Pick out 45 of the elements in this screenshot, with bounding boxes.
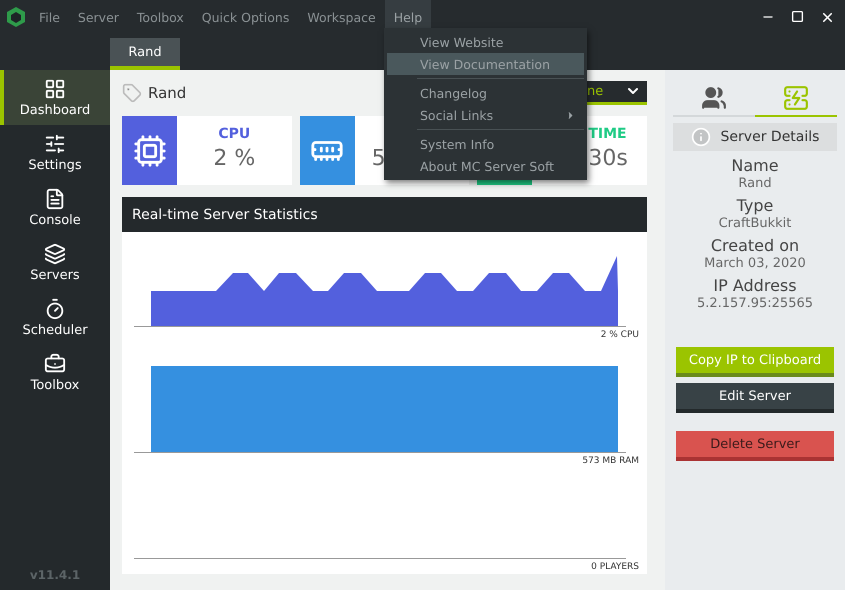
server-tab[interactable]: Rand <box>110 38 180 70</box>
field-label: Type <box>736 196 774 215</box>
menu-entry[interactable]: View Website <box>387 31 584 53</box>
users-icon <box>701 84 727 110</box>
field-label: Name <box>730 156 780 175</box>
field-value: Rand <box>737 176 773 191</box>
card-value: 5 <box>372 146 386 171</box>
dashboard-icon <box>44 78 66 100</box>
card-value: 2 % <box>213 146 256 171</box>
graph-label: 0 PLAYERS <box>591 561 639 574</box>
logo-icon <box>6 6 26 28</box>
chip-icon <box>132 134 166 168</box>
menu-entry[interactable]: View Documentation <box>387 53 584 75</box>
layers-icon <box>44 242 66 264</box>
field-label: Created on <box>710 236 800 255</box>
maximize-icon[interactable] <box>791 10 804 22</box>
sidebar-item[interactable]: Toolbox <box>0 345 110 400</box>
sidebar-item[interactable]: Scheduler <box>0 290 110 345</box>
section-title: Server Details <box>720 129 820 145</box>
sidebar-item[interactable]: Console <box>0 180 110 235</box>
field-value: CraftBukkit <box>718 216 792 231</box>
stopwatch-icon <box>44 298 66 320</box>
field-value: March 03, 2020 <box>703 256 807 271</box>
menu-entry[interactable]: System Info <box>387 133 584 155</box>
document-icon <box>44 188 66 210</box>
field-value: 5.2.157.95:25565 <box>696 296 814 311</box>
panel-title: Real-time Server Statistics <box>122 197 647 232</box>
info-icon <box>690 127 711 147</box>
delete-button[interactable]: Delete Server <box>676 431 834 461</box>
sidebar-item[interactable]: Servers <box>0 235 110 290</box>
edit-button[interactable]: Edit Server <box>676 383 834 413</box>
tag-icon <box>122 82 142 102</box>
menu-entry[interactable]: About MC Server Soft <box>387 155 584 177</box>
sliders-icon <box>44 132 66 154</box>
graph-label: 2 % CPU <box>600 329 639 342</box>
graph-label: 573 MB RAM <box>582 455 639 468</box>
version-label: v11.4.1 <box>28 568 82 584</box>
card-title: TIME <box>588 126 627 142</box>
card-title: CPU <box>218 126 250 142</box>
sidebar-item[interactable]: Dashboard <box>0 70 110 125</box>
field-label: IP Address <box>712 276 798 295</box>
menu-entry[interactable]: Social Links <box>387 104 584 126</box>
server-name: Rand <box>148 84 186 102</box>
card-value: 30s <box>588 146 628 171</box>
sidebar-item[interactable]: Settings <box>0 125 110 180</box>
